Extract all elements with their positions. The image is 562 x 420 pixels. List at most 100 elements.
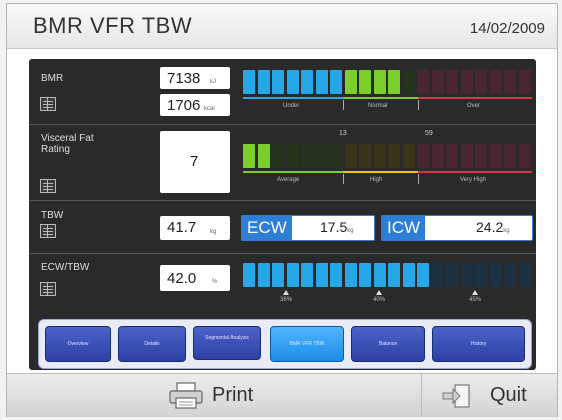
level-segment — [402, 144, 415, 168]
visceral-value: 7 — [190, 153, 199, 170]
level-segment — [475, 70, 487, 94]
visceral-average-line — [243, 171, 343, 173]
level-segment — [257, 263, 270, 287]
level-segment — [330, 70, 342, 94]
visceral-tick — [343, 174, 344, 184]
ecw-tbw-info-book-icon[interactable] — [40, 282, 56, 296]
ecw-tbw-marker-arrow — [283, 290, 289, 295]
ecw-tbw-marker-arrow — [376, 290, 382, 295]
bmr-kj-value-box: 7138 kJ — [160, 67, 230, 89]
level-segment — [402, 263, 415, 287]
bmr-tick — [343, 100, 344, 110]
level-segment — [359, 263, 371, 287]
visceral-info-book-icon[interactable] — [40, 179, 56, 193]
ecw-tbw-mark-1: 36% — [280, 297, 293, 303]
print-label: Print — [212, 384, 254, 406]
ecw-tbw-level-bar — [243, 263, 533, 287]
level-segment — [460, 70, 473, 94]
icw-tag: ICW — [382, 216, 426, 240]
row-divider — [29, 124, 536, 125]
level-segment — [330, 144, 342, 168]
level-segment — [431, 263, 444, 287]
level-segment — [272, 144, 284, 168]
tab-bar: Overview Details Segmental Analysis BMR … — [38, 319, 532, 369]
bmr-tick — [418, 100, 419, 110]
icw-value-wrap: 24.2kg — [476, 219, 510, 235]
visceral-fat-label: Visceral Fat Rating — [41, 133, 94, 155]
tbw-value: 41.7 — [167, 219, 197, 236]
ecw-unit: kg — [347, 228, 354, 234]
tbw-info-book-icon[interactable] — [40, 224, 56, 238]
tab-segmental-analysis[interactable]: Segmental Analysis — [193, 326, 261, 360]
bmr-kj-unit: kJ — [210, 79, 216, 85]
ecw-box: ECW 17.5kg — [241, 215, 375, 241]
tbw-label: TBW — [41, 210, 64, 221]
print-button[interactable]: Print — [7, 374, 421, 417]
level-segment — [301, 144, 313, 168]
level-segment — [489, 263, 502, 287]
level-segment — [330, 263, 342, 287]
level-segment — [518, 70, 531, 94]
level-segment — [489, 70, 502, 94]
visceral-mark-high: 13 — [339, 130, 347, 137]
level-segment — [446, 263, 458, 287]
level-segment — [431, 144, 444, 168]
level-segment — [243, 144, 255, 168]
tab-balance[interactable]: Balance — [351, 326, 425, 362]
tab-overview[interactable]: Overview — [45, 326, 111, 362]
icw-value: 24.2 — [476, 219, 504, 235]
level-segment — [373, 70, 386, 94]
level-segment — [446, 70, 458, 94]
ecw-value: 17.5 — [320, 219, 348, 235]
tab-details[interactable]: Details — [118, 326, 186, 362]
icw-unit: kg — [503, 228, 510, 234]
level-segment — [417, 70, 429, 94]
level-segment — [504, 263, 516, 287]
level-segment — [286, 263, 299, 287]
level-segment — [359, 144, 371, 168]
visceral-value-box: 7 — [160, 131, 230, 193]
exit-door-icon — [442, 384, 470, 408]
ecw-value-wrap: 17.5kg — [320, 219, 354, 235]
level-segment — [344, 144, 357, 168]
level-segment — [402, 70, 415, 94]
row-divider — [29, 200, 536, 201]
footer-bar: Print Quit — [7, 373, 557, 417]
level-segment — [417, 144, 429, 168]
level-segment — [243, 70, 255, 94]
ecw-tbw-unit: % — [212, 279, 218, 285]
quit-button[interactable]: Quit — [421, 374, 558, 417]
tab-bmr-vfr-tbw[interactable]: BMR VFR TBW — [270, 326, 344, 362]
level-segment — [373, 144, 386, 168]
level-segment — [518, 144, 531, 168]
tab-history[interactable]: History — [432, 326, 525, 362]
page-title: BMR VFR TBW — [33, 13, 193, 38]
level-segment — [504, 70, 516, 94]
level-segment — [460, 263, 473, 287]
bmr-kcal-value: 1706 — [167, 97, 201, 114]
ecw-tbw-mark-3: 45% — [469, 297, 482, 303]
visceral-scale-high: High — [370, 177, 383, 183]
bmr-under-line — [243, 97, 343, 99]
ecw-tag: ECW — [242, 216, 292, 240]
level-segment — [446, 144, 458, 168]
visceral-scale-average: Average — [277, 177, 300, 183]
bmr-info-book-icon[interactable] — [40, 97, 56, 111]
level-segment — [388, 70, 400, 94]
level-segment — [286, 144, 299, 168]
bmr-kj-value: 7138 — [167, 70, 201, 87]
bmr-scale-under: Under — [283, 103, 300, 109]
level-segment — [315, 263, 328, 287]
ecw-tbw-label: ECW/TBW — [41, 262, 90, 273]
printer-icon — [169, 382, 203, 409]
level-segment — [272, 70, 284, 94]
bmr-over-line — [418, 97, 532, 99]
visceral-level-bar — [243, 144, 533, 168]
visceral-mark-very-high: 59 — [425, 130, 433, 137]
level-segment — [286, 70, 299, 94]
level-segment — [344, 70, 357, 94]
header-bar: BMR VFR TBW 14/02/2009 — [7, 4, 557, 49]
level-segment — [301, 70, 313, 94]
bmr-scale-over: Over — [467, 103, 481, 109]
level-segment — [359, 70, 371, 94]
